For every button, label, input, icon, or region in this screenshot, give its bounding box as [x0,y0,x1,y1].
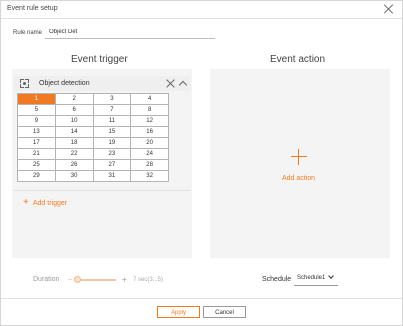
channel-cell[interactable]: 2 [54,93,94,105]
apply-button[interactable]: Apply [157,306,200,318]
channel-cell[interactable]: 5 [17,104,56,116]
channel-cell[interactable]: 18 [54,137,94,149]
channel-grid-row: 1234 [17,93,169,105]
channel-cell[interactable]: 7 [92,104,132,116]
object-detection-icon [20,79,29,88]
channel-cell[interactable]: 6 [54,104,94,116]
channel-cell[interactable]: 22 [54,148,94,160]
duration-slider-knob[interactable] [74,276,81,283]
channel-cell[interactable]: 4 [130,93,169,105]
channel-cell[interactable]: 30 [54,170,94,182]
channel-cell[interactable]: 27 [92,159,132,171]
remove-trigger-icon[interactable] [166,79,175,88]
channel-cell[interactable]: 19 [92,137,132,149]
channel-grid-row: 9 10 11 12 [17,115,169,127]
channel-cell[interactable]: 17 [17,137,56,149]
rule-name-input[interactable] [45,26,215,39]
channel-grid-row: 13 14 15 16 [17,126,169,138]
channel-grid-row: 29 30 31 32 [17,170,169,182]
channel-cell[interactable]: 10 [54,115,94,127]
channel-cell[interactable]: 1 [17,93,56,105]
close-icon[interactable] [383,3,395,15]
event-action-heading: Event action [270,54,326,65]
trigger-divider [14,190,191,191]
channel-grid-row: 5678 [17,104,169,116]
duration-slider-track[interactable] [76,279,116,281]
channel-grid-row: 21 22 23 24 [17,148,169,160]
channel-cell[interactable]: 25 [17,159,56,171]
duration-decrease-icon[interactable]: − [68,277,72,284]
channel-cell[interactable]: 29 [17,170,56,182]
channel-cell[interactable]: 31 [92,170,132,182]
add-trigger-label: Add trigger [32,200,68,207]
title-divider [1,18,402,19]
duration-label: Duration [33,276,60,283]
schedule-label: Schedule [262,276,292,283]
cancel-button[interactable]: Cancel [203,306,246,318]
channel-cell[interactable]: 16 [130,126,169,138]
channel-cell[interactable]: 12 [130,115,169,127]
channel-cell[interactable]: 21 [17,148,56,160]
add-action-label[interactable]: Add action [282,175,315,182]
channel-cell[interactable]: 23 [92,148,132,160]
channel-grid: 1 2 3 4 5 6 7 8 9 10 11 12 13 14 15 16 17 18 19 20 21 22 23 24 2… [17,93,169,182]
chevron-down-icon [328,273,334,279]
channel-cell[interactable]: 14 [54,126,94,138]
channel-cell[interactable]: 11 [92,115,132,127]
trigger-name: Object detection [39,80,90,87]
rule-name-label: Rule name [13,30,43,36]
channel-cell[interactable]: 8 [130,104,169,116]
duration-increase-icon[interactable]: + [122,275,127,284]
channel-cell[interactable]: 28 [130,159,169,171]
duration-value: 7 sec(3...5) [133,277,164,283]
channel-cell[interactable]: 15 [92,126,132,138]
channel-cell[interactable]: 13 [17,126,56,138]
channel-cell[interactable]: 9 [17,115,56,127]
channel-cell[interactable]: 32 [130,170,169,182]
channel-cell[interactable]: 20 [130,137,169,149]
channel-cell[interactable]: 24 [130,148,169,160]
channel-grid-row: 17 18 19 20 [17,137,169,149]
footer-divider [1,298,402,299]
channel-cell[interactable]: 26 [54,159,94,171]
channel-grid-row: 25 26 27 28 [17,159,169,171]
add-trigger-button[interactable]: + Add trigger [23,197,67,208]
schedule-select[interactable]: Schedule1 [294,272,338,286]
plus-icon: + [23,197,29,208]
channel-cell[interactable]: 3 [92,93,132,105]
dialog-title: Event rule setup [7,5,58,12]
add-action-icon[interactable] [291,149,307,165]
schedule-value: Schedule1 [297,275,326,281]
event-trigger-heading: Event trigger [71,54,128,65]
